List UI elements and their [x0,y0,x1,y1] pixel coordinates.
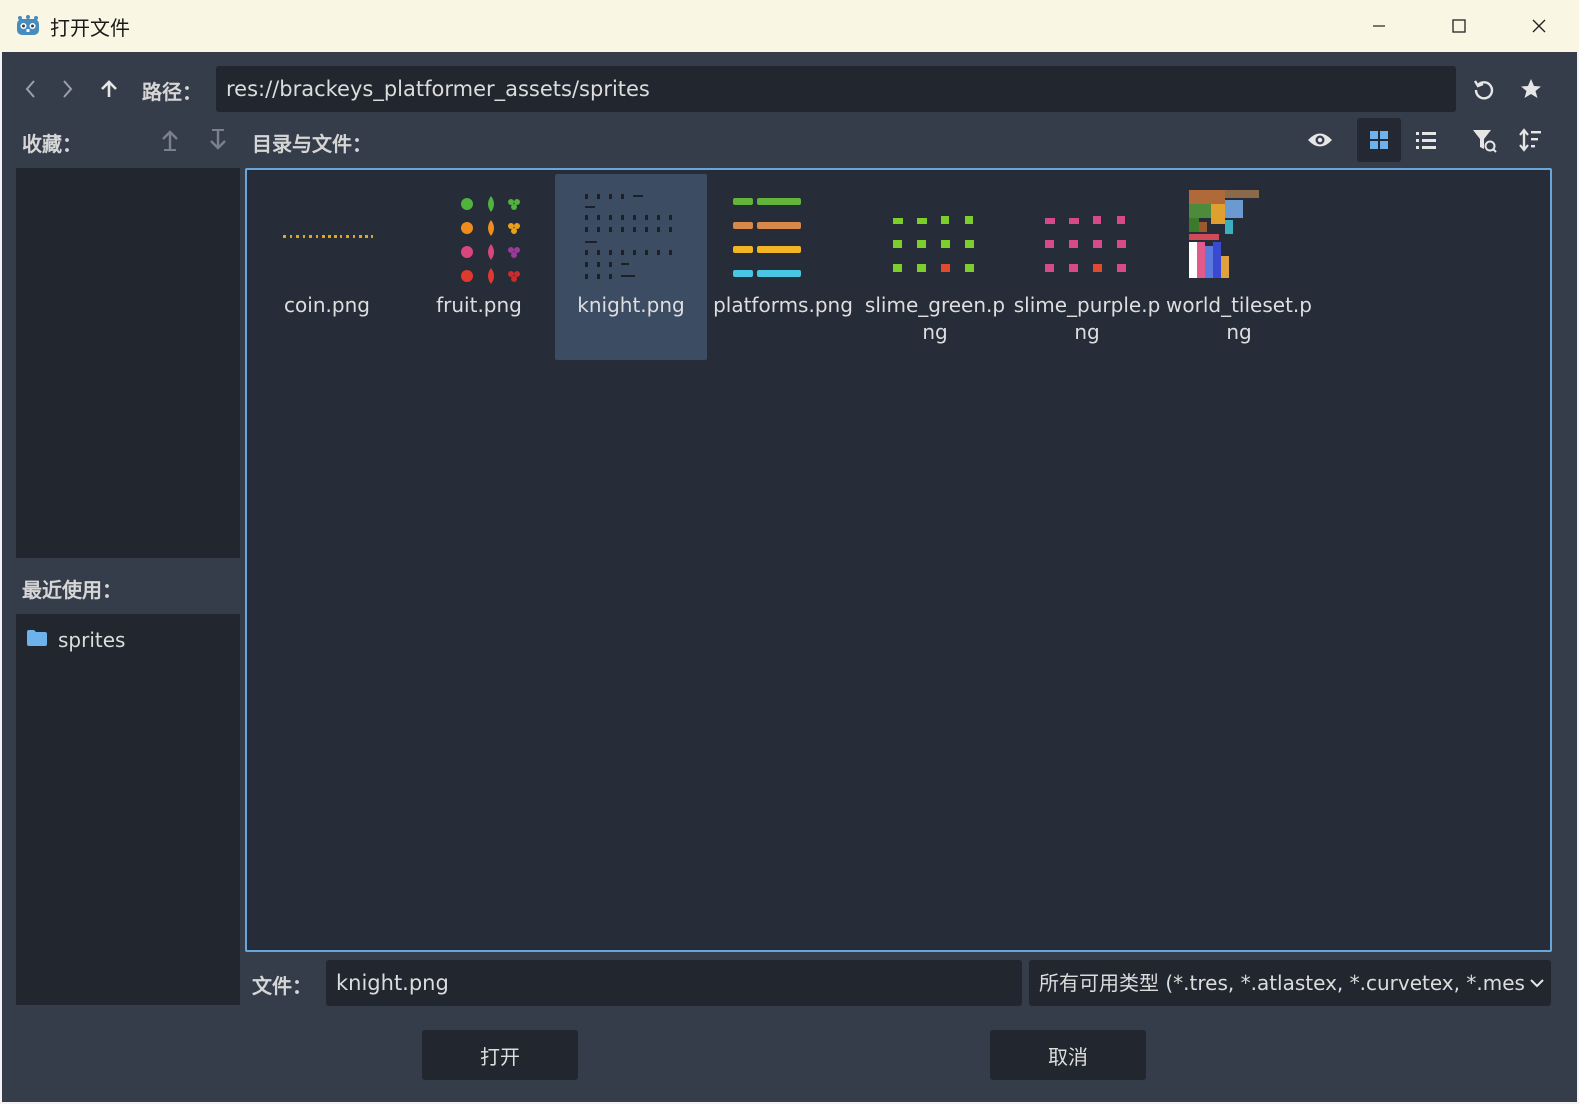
file-grid[interactable]: coin.png fruit.png knight.png platforms.… [245,168,1552,952]
file-name: coin.png [284,293,370,317]
maximize-icon[interactable] [1419,0,1499,52]
folder-icon [26,628,48,652]
file-item-knight[interactable]: knight.png [555,174,707,360]
cancel-button[interactable]: 取消 [990,1030,1146,1080]
favorite-star-icon[interactable] [1513,71,1549,107]
move-up-icon[interactable] [152,122,188,158]
file-name: platforms.png [713,293,853,317]
directory-label: 目录与文件： [252,132,372,156]
recent-item-sprites[interactable]: sprites [26,628,125,652]
forward-arrow-icon[interactable] [52,74,82,104]
up-arrow-icon[interactable] [94,74,124,104]
file-name-input[interactable]: knight.png [326,960,1022,1006]
file-item-world-tileset[interactable]: world_tileset.png [1163,174,1315,360]
recent-label: 最近使用： [22,578,122,602]
file-type-filter-select[interactable]: 所有可用类型 (*.tres, *.atlastex, *.curvetex, … [1029,960,1551,1006]
open-button[interactable]: 打开 [422,1030,578,1080]
move-down-icon[interactable] [200,122,236,158]
path-row: 路径： res://brackeys_platformer_assets/spr… [2,66,1577,112]
back-arrow-icon[interactable] [16,74,46,104]
close-icon[interactable] [1499,0,1579,52]
file-thumbnail [585,194,672,279]
file-item-fruit[interactable]: fruit.png [403,174,555,360]
file-item-coin[interactable]: coin.png [251,174,403,360]
godot-icon [14,12,42,40]
title-bar: 打开文件 [0,0,1579,52]
file-thumbnail [461,196,520,284]
file-item-platforms[interactable]: platforms.png [707,174,859,360]
filter-icon[interactable] [1466,122,1502,158]
sort-icon[interactable] [1512,122,1548,158]
file-name: world_tileset.png [1166,293,1312,344]
file-name: fruit.png [436,293,522,317]
recent-list: sprites [16,614,240,1005]
file-name: slime_green.png [864,293,1006,344]
file-dialog: 路径： res://brackeys_platformer_assets/spr… [2,52,1577,1102]
refresh-icon[interactable] [1466,71,1502,107]
file-thumbnail [1189,190,1259,278]
file-name: slime_purple.png [1013,293,1161,344]
show-hidden-eye-icon[interactable] [1302,122,1338,158]
grid-view-icon[interactable] [1357,118,1401,162]
minimize-icon[interactable] [1339,0,1419,52]
file-item-slime-green[interactable]: slime_green.png [859,174,1011,360]
recent-item-label: sprites [58,628,126,652]
list-view-icon[interactable] [1408,122,1444,158]
favorites-list[interactable] [16,168,240,558]
file-thumbnail [283,235,373,238]
chevron-down-icon [1529,960,1545,1006]
window-title: 打开文件 [50,15,130,40]
file-thumbnail [733,198,801,277]
file-label: 文件： [252,974,312,998]
file-name: knight.png [577,293,685,317]
file-thumbnail [1045,216,1126,272]
path-label: 路径： [142,80,202,104]
path-input[interactable]: res://brackeys_platformer_assets/sprites [216,66,1456,112]
favorites-label: 收藏： [22,132,82,156]
file-item-slime-purple[interactable]: slime_purple.png [1011,174,1163,360]
file-thumbnail [893,216,974,272]
filter-value: 所有可用类型 (*.tres, *.atlastex, *.curvetex, … [1039,971,1525,995]
